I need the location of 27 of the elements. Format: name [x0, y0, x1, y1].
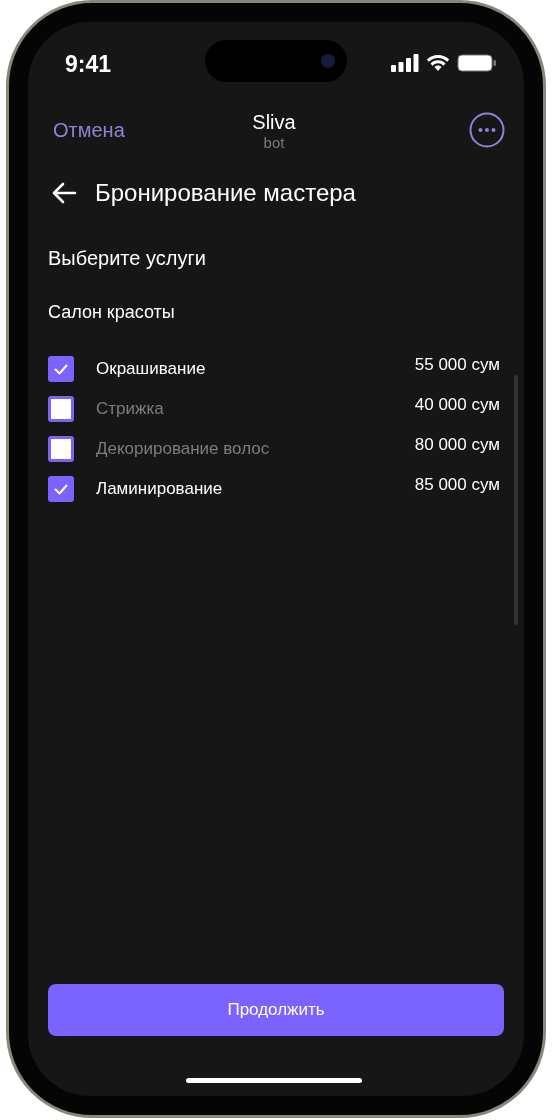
section-title: Выберите услуги: [48, 246, 207, 270]
battery-icon: [457, 54, 497, 72]
checkbox[interactable]: [48, 436, 74, 462]
bot-label: bot: [263, 135, 285, 151]
checkbox[interactable]: [48, 476, 74, 502]
service-price: 80 000 сум: [414, 434, 500, 456]
check-icon: [54, 363, 68, 375]
continue-button[interactable]: Продолжить: [48, 984, 504, 1036]
status-time: 9:41: [65, 52, 112, 76]
checkbox[interactable]: [48, 396, 74, 422]
service-name: Окрашивание: [96, 358, 207, 380]
service-price: 55 000 сум: [414, 354, 500, 376]
back-arrow-icon[interactable]: [51, 182, 77, 204]
category-title: Салон красоты: [48, 301, 176, 323]
checkbox[interactable]: [48, 356, 74, 382]
wifi-icon: [426, 54, 450, 72]
service-name: Декорирование волос: [96, 438, 271, 460]
service-price: 40 000 сум: [414, 394, 500, 416]
service-name: Стрижка: [96, 398, 165, 420]
check-icon: [54, 483, 68, 495]
more-icon[interactable]: [469, 112, 505, 148]
bot-name: Sliva: [252, 111, 296, 133]
signal-icon: [391, 54, 419, 72]
service-price: 85 000 сум: [414, 474, 500, 496]
cancel-button[interactable]: Отмена: [53, 118, 125, 142]
service-name: Ламинирование: [96, 478, 224, 500]
page-title: Бронирование мастера: [95, 179, 356, 207]
